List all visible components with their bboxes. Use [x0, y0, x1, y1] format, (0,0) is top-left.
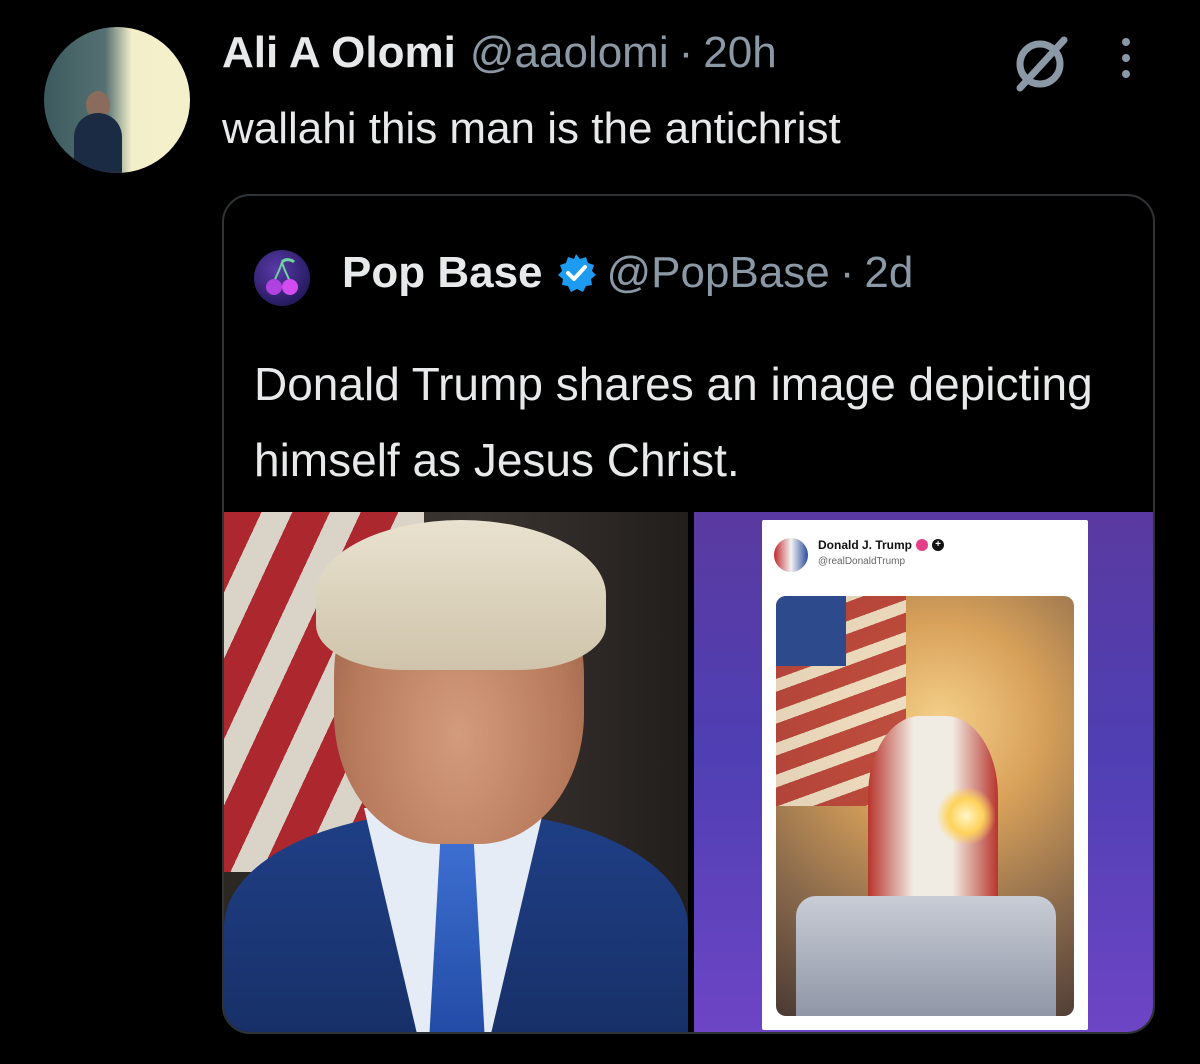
quote-text: Donald Trump shares an image depicting h…	[254, 358, 1093, 486]
painting-flag-canton	[776, 596, 846, 666]
embedded-post-card: Donald J. Trump + @realDonaldTrump	[762, 520, 1088, 1030]
quote-author-avatar[interactable]	[254, 250, 310, 306]
tweet-text: wallahi this man is the antichrist	[222, 104, 841, 153]
quote-separator-dot: ·	[839, 248, 855, 297]
separator-dot: ·	[678, 28, 694, 77]
painting-light-glow	[936, 786, 996, 846]
author-name[interactable]: Ali A Olomi	[222, 28, 456, 78]
embedded-post-author-handle: @realDonaldTrump	[818, 556, 906, 567]
quote-author-handle[interactable]: @PopBase	[607, 248, 830, 298]
embedded-post-header: Donald J. Trump +	[818, 538, 945, 552]
author-avatar[interactable]	[44, 27, 190, 173]
verified-badge-icon[interactable]	[555, 252, 597, 294]
quote-header: Pop Base @PopBase · 2d	[342, 248, 913, 298]
quote-media: Donald J. Trump + @realDonaldTrump	[224, 512, 1153, 1032]
painting-hospital-bed	[796, 896, 1056, 1016]
tweet-header: Ali A Olomi @aaolomi · 20h	[222, 28, 777, 88]
grok-icon[interactable]	[1010, 34, 1070, 94]
media-image-portrait[interactable]	[224, 512, 688, 1032]
portrait-hair	[316, 520, 606, 670]
avatar-person-body	[74, 113, 122, 173]
author-handle[interactable]: @aaolomi	[470, 28, 669, 78]
quoted-tweet[interactable]: Pop Base @PopBase · 2d Donald Trump shar…	[222, 194, 1155, 1034]
embedded-verified-icon	[916, 539, 929, 551]
cherry-icon	[266, 258, 298, 295]
tweet-timestamp[interactable]: 20h	[703, 28, 776, 78]
media-image-screenshot[interactable]: Donald J. Trump + @realDonaldTrump	[694, 512, 1153, 1032]
quote-author-name[interactable]: Pop Base	[342, 248, 543, 298]
embedded-plus-icon: +	[932, 539, 945, 551]
quote-timestamp[interactable]: 2d	[864, 248, 913, 298]
embedded-post-painting	[776, 596, 1074, 1016]
embedded-post-author-name: Donald J. Trump	[818, 538, 913, 552]
more-icon[interactable]	[1116, 34, 1136, 82]
embedded-post-avatar	[774, 538, 808, 572]
